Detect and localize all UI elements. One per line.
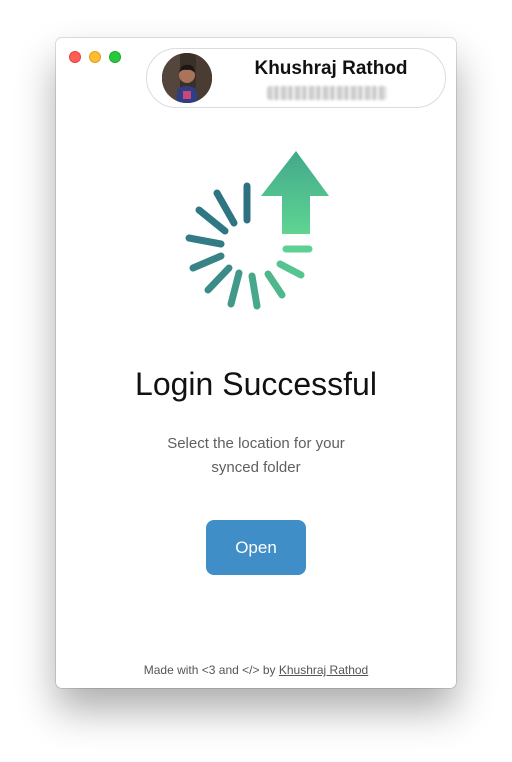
footer-text: Made with <3 and </> by <box>143 663 279 677</box>
user-profile-pill[interactable]: Khushraj Rathod redacted <box>146 48 446 108</box>
user-name: Khushraj Rathod <box>254 58 408 79</box>
avatar <box>162 53 212 103</box>
minimize-window-button[interactable] <box>89 51 101 63</box>
user-email-redacted: redacted <box>267 86 387 100</box>
page-title: Login Successful <box>135 366 377 402</box>
loading-spinner-upload-icon <box>181 148 331 318</box>
close-window-button[interactable] <box>69 51 81 63</box>
author-link[interactable]: Khushraj Rathod <box>279 663 368 677</box>
footer: Made with <3 and </> by Khushraj Rathod <box>56 663 456 677</box>
app-window: Khushraj Rathod redacted <box>56 38 456 688</box>
window-controls <box>69 51 121 63</box>
maximize-window-button[interactable] <box>109 51 121 63</box>
open-button[interactable]: Open <box>206 520 306 575</box>
page-subtitle: Select the location for your synced fold… <box>167 435 345 476</box>
